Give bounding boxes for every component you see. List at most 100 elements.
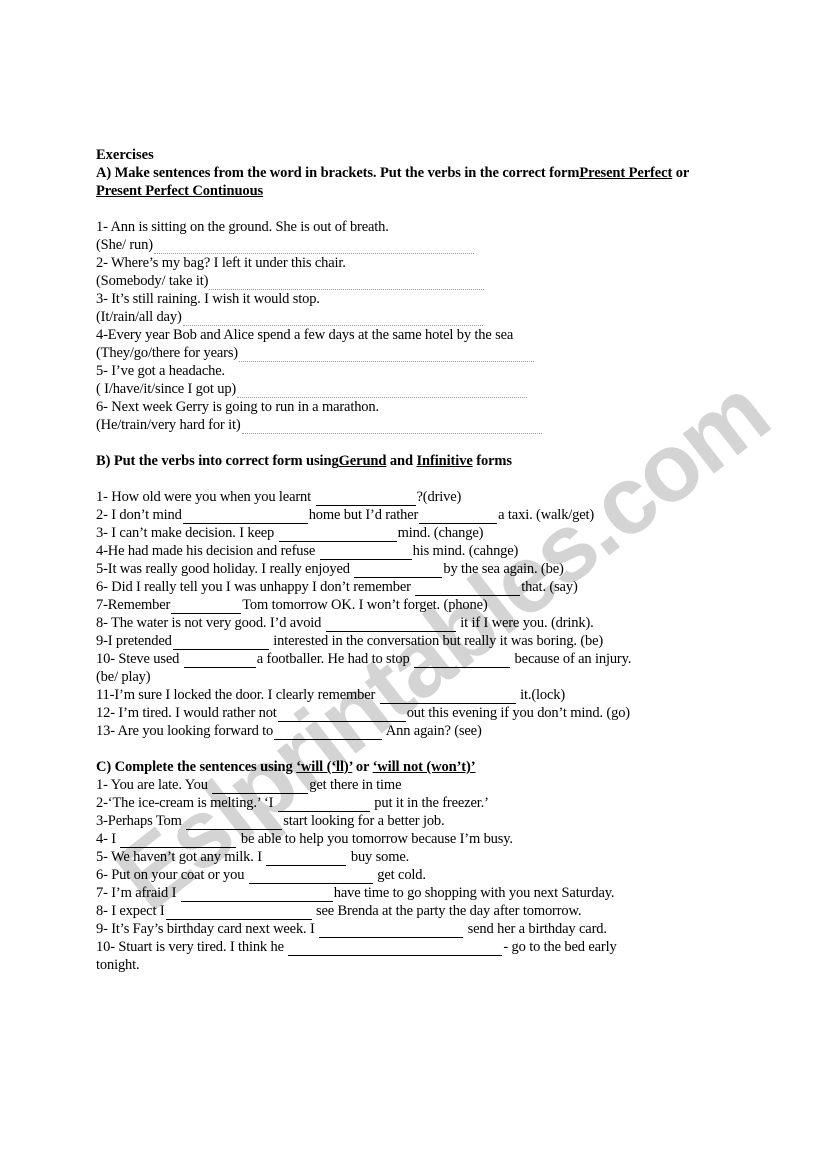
exercise-answer-line[interactable]: (She/ run) — [96, 236, 736, 254]
section-b-items: 1- How old were you when you learnt ?(dr… — [96, 488, 736, 740]
item-text: 11-I’m sure I locked the door. I clearly… — [96, 687, 379, 703]
dotted-answer-blank[interactable] — [153, 242, 474, 254]
exercise-item: 4- I be able to help you tomorrow becaus… — [96, 830, 736, 848]
answer-blank[interactable] — [319, 547, 412, 560]
heading-part-2: and — [386, 453, 417, 469]
heading-part-3: ‘will not (won’t)’ — [372, 759, 476, 775]
exercise-answer-line[interactable]: (He/train/very hard for it) — [96, 416, 736, 434]
exercise-answer-line[interactable]: (They/go/there for years) — [96, 344, 736, 362]
item-text: 6- Put on your coat or you — [96, 867, 248, 883]
exercise-answer-line[interactable]: (Somebody/ take it) — [96, 272, 736, 290]
answer-blank[interactable] — [171, 601, 242, 614]
exercise-item: 11-I’m sure I locked the door. I clearly… — [96, 686, 736, 704]
answer-cue: ( I/have/it/since I got up) — [96, 381, 237, 397]
exercise-item: 2- I don’t mind home but I’d rather a taxi… — [96, 506, 736, 524]
answer-cue: (She/ run) — [96, 237, 153, 253]
exercise-prompt: 2- Where’s my bag? I left it under this … — [96, 255, 346, 271]
item-text: home but I’d rather — [308, 507, 419, 523]
answer-blank[interactable] — [180, 889, 333, 902]
answer-blank[interactable] — [278, 529, 397, 542]
heading-part-0: C) Complete the sentences using — [96, 759, 297, 775]
answer-blank[interactable] — [120, 835, 237, 848]
exercise-item: 10- Stuart is very tired. I think he - g… — [96, 938, 736, 956]
item-text: 4- I — [96, 831, 120, 847]
item-text: 8- The water is not very good. I’d avoid — [96, 615, 325, 631]
exercise-prompt: 3- It’s still raining. I wish it would s… — [96, 291, 320, 307]
item-text: 5- We haven’t got any milk. I — [96, 849, 266, 865]
item-text: out this evening if you don’t mind. (go) — [406, 705, 630, 721]
answer-blank[interactable] — [419, 511, 498, 524]
exercise-item: 1- You are late. You get there in time — [96, 776, 736, 794]
item-text: 13- Are you looking forward to — [96, 723, 274, 739]
item-text: 10- Stuart is very tired. I think he — [96, 939, 288, 955]
section-a: A) Make sentences from the word in brack… — [96, 164, 736, 434]
page-title: Exercises — [96, 147, 154, 163]
item-text: 7- I’m afraid I — [96, 885, 180, 901]
answer-blank[interactable] — [266, 853, 347, 866]
answer-blank[interactable] — [212, 781, 309, 794]
section-a-heading: A) Make sentences from the word in brack… — [96, 164, 736, 200]
exercise-item: 8- I expect I see Brenda at the party th… — [96, 902, 736, 920]
item-text: 3- I can’t make decision. I keep — [96, 525, 278, 541]
answer-blank[interactable] — [172, 637, 269, 650]
item-text: 4-He had made his decision and refuse — [96, 543, 319, 559]
item-text: get there in time — [309, 777, 402, 793]
answer-blank[interactable] — [325, 619, 456, 632]
item-text: it.(lock) — [516, 687, 566, 703]
item-text: 1- How old were you when you learnt — [96, 489, 315, 505]
answer-blank[interactable] — [315, 493, 416, 506]
heading-part-4: forms — [472, 453, 512, 469]
answer-blank[interactable] — [277, 709, 406, 722]
answer-cue: (They/go/there for years) — [96, 345, 238, 361]
answer-blank[interactable] — [354, 565, 443, 578]
answer-blank[interactable] — [186, 817, 283, 830]
exercise-item: 3- I can’t make decision. I keep mind. (… — [96, 524, 736, 542]
heading-part-3: Present Perfect Continuous — [96, 183, 264, 199]
dotted-answer-blank[interactable] — [209, 278, 485, 290]
item-text: ?(drive) — [416, 489, 462, 505]
exercise-item: (be/ play) — [96, 668, 736, 686]
item-text: 7-Remember — [96, 597, 171, 613]
item-text: see Brenda at the party the day after to… — [312, 903, 582, 919]
item-text: because of an injury. — [511, 651, 632, 667]
exercise-item: 3-Perhaps Tom start looking for a better… — [96, 812, 736, 830]
item-text: 8- I expect I — [96, 903, 165, 919]
worksheet-body: Exercises A) Make sentences from the wor… — [96, 146, 736, 974]
heading-part-1: ‘will (‘ll)’ — [296, 759, 353, 775]
answer-blank[interactable] — [182, 511, 308, 524]
exercise-item: 12- I’m tired. I would rather not out thi… — [96, 704, 736, 722]
exercise-prompt: 1- Ann is sitting on the ground. She is … — [96, 219, 389, 235]
answer-blank[interactable] — [319, 925, 464, 938]
dotted-answer-blank[interactable] — [182, 314, 483, 326]
answer-cue: (It/rain/all day) — [96, 309, 182, 325]
heading-part-0: A) Make sentences from the word in brack… — [96, 165, 580, 181]
answer-blank[interactable] — [165, 907, 312, 920]
item-text: buy some. — [347, 849, 410, 865]
answer-blank[interactable] — [379, 691, 516, 704]
section-c: C) Complete the sentences using ‘will (‘… — [96, 758, 736, 974]
item-text: 5-It was really good holiday. I really e… — [96, 561, 354, 577]
item-text: get cold. — [373, 867, 426, 883]
dotted-answer-blank[interactable] — [239, 350, 534, 362]
dotted-answer-blank[interactable] — [241, 422, 542, 434]
item-text: that. (say) — [521, 579, 578, 595]
exercise-answer-line[interactable]: (It/rain/all day) — [96, 308, 736, 326]
section-b: B) Put the verbs into correct form using… — [96, 452, 736, 740]
exercise-item: 9-I pretended interested in the conversa… — [96, 632, 736, 650]
item-text: - go to the bed early — [503, 939, 617, 955]
answer-blank[interactable] — [248, 871, 373, 884]
exercise-item: 8- The water is not very good. I’d avoid… — [96, 614, 736, 632]
exercise-item: tonight. — [96, 956, 736, 974]
exercise-item: 9- It’s Fay’s birthday card next week. I… — [96, 920, 736, 938]
answer-blank[interactable] — [277, 799, 370, 812]
answer-blank[interactable] — [183, 655, 256, 668]
exercise-answer-line[interactable]: ( I/have/it/since I got up) — [96, 380, 736, 398]
answer-blank[interactable] — [414, 655, 511, 668]
answer-blank[interactable] — [288, 943, 503, 956]
answer-blank[interactable] — [415, 583, 521, 596]
answer-blank[interactable] — [274, 727, 383, 740]
item-text: put it in the freezer.’ — [370, 795, 489, 811]
dotted-answer-blank[interactable] — [237, 386, 528, 398]
